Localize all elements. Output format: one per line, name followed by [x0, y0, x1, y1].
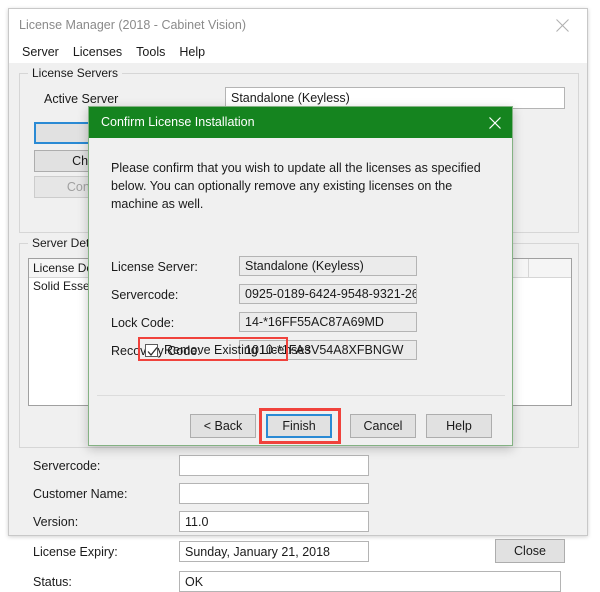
dialog-servercode-value[interactable]: 0925-0189-6424-9548-9321-2660 [239, 284, 417, 304]
remove-existing-licenses-checkbox[interactable]: Remove Existing Licenses [145, 343, 311, 357]
checkbox-box-icon [145, 343, 158, 357]
menu-item-tools[interactable]: Tools [129, 43, 172, 61]
dialog-body: Please confirm that you wish to update a… [89, 138, 512, 445]
dialog-titlebar: Confirm License Installation [89, 107, 512, 138]
dialog-help-button[interactable]: Help [426, 414, 492, 438]
menubar: Server Licenses Tools Help [9, 41, 587, 63]
dialog-lock-code-value[interactable]: 14-*16FF55AC87A69MD [239, 312, 417, 332]
status-value[interactable]: OK [179, 571, 561, 592]
finish-button[interactable]: Finish [266, 414, 332, 438]
dialog-license-server-value[interactable]: Standalone (Keyless) [239, 256, 417, 276]
version-label: Version: [33, 515, 79, 529]
customer-name-value[interactable] [179, 483, 369, 504]
window-title: License Manager (2018 - Cabinet Vision) [19, 18, 246, 32]
version-value[interactable]: 11.0 [179, 511, 369, 532]
active-server-label: Active Server [44, 92, 119, 106]
menu-item-licenses[interactable]: Licenses [66, 43, 129, 61]
column-header-4[interactable] [529, 259, 571, 277]
close-button[interactable]: Close [495, 539, 565, 563]
dialog-servercode-label: Servercode: [111, 288, 179, 302]
status-label: Status: [33, 575, 72, 589]
window-titlebar: License Manager (2018 - Cabinet Vision) [9, 9, 587, 41]
dialog-message: Please confirm that you wish to update a… [111, 161, 481, 211]
customer-name-label: Customer Name: [33, 487, 128, 501]
remove-existing-licenses-label: Remove Existing Licenses [164, 343, 311, 357]
dialog-lock-code-label: Lock Code: [111, 316, 175, 330]
menu-item-server[interactable]: Server [15, 43, 66, 61]
cell-col4 [529, 278, 571, 296]
menu-item-help[interactable]: Help [172, 43, 212, 61]
dialog-separator [97, 395, 505, 396]
servercode-value[interactable] [179, 455, 369, 476]
dialog-close-icon[interactable] [482, 111, 508, 133]
back-button[interactable]: < Back [190, 414, 256, 438]
license-expiry-label: License Expiry: [33, 545, 118, 559]
license-servers-group-title: License Servers [28, 66, 123, 80]
page-backdrop: License Manager (2018 - Cabinet Vision) … [0, 0, 600, 592]
servercode-label: Servercode: [33, 459, 101, 473]
dialog-license-server-label: License Server: [111, 260, 198, 274]
dialog-title: Confirm License Installation [101, 115, 255, 129]
window-close-icon[interactable] [541, 9, 585, 39]
cancel-button[interactable]: Cancel [350, 414, 416, 438]
